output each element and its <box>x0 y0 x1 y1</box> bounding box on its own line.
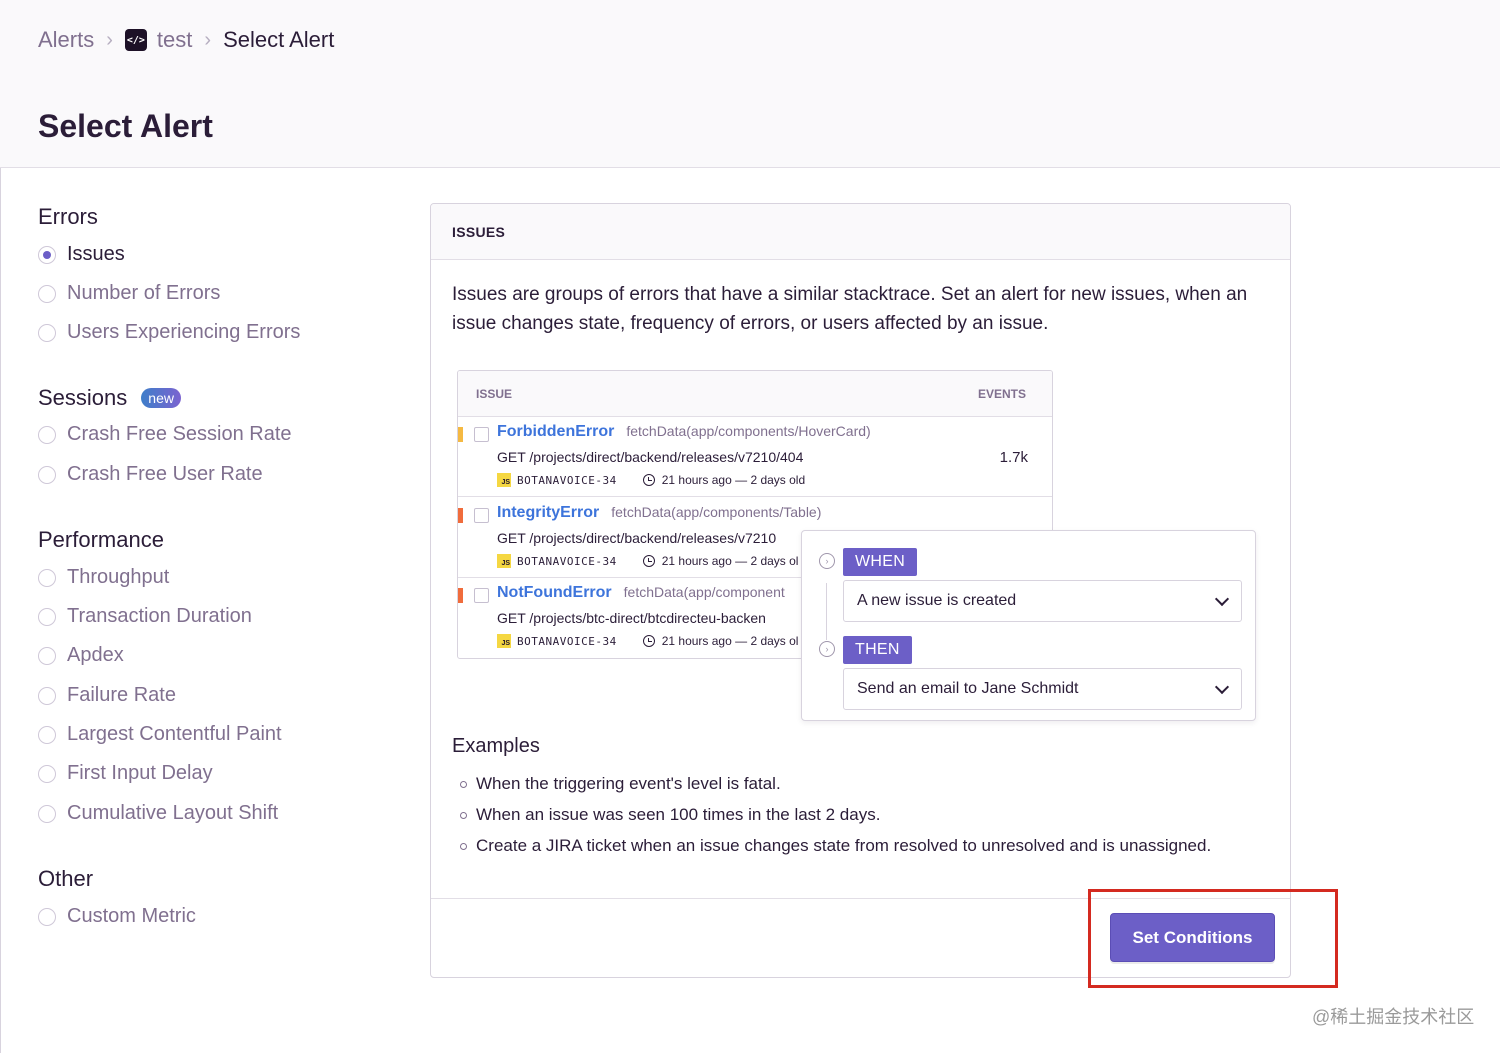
radio-icon[interactable] <box>38 686 56 705</box>
watermark: @稀土掘金技术社区 <box>1312 1007 1475 1027</box>
project-icon: </> <box>124 29 147 51</box>
javascript-icon: JS <box>497 473 511 487</box>
radio-icon[interactable] <box>38 907 56 926</box>
column-header-issue: ISSUE <box>476 386 513 401</box>
radio-throughput[interactable]: Throughput <box>38 566 169 589</box>
issue-message: GET /projects/direct/backend/releases/v7… <box>497 449 804 465</box>
radio-first-input-delay[interactable]: First Input Delay <box>38 762 213 785</box>
issue-time: 21 hours ago — 2 days old <box>661 473 806 487</box>
bullet-icon <box>460 780 467 788</box>
radio-transaction-duration[interactable]: Transaction Duration <box>38 605 252 628</box>
issue-time: 21 hours ago — 2 days ol <box>661 634 799 648</box>
when-then-illustration: › WHEN A new issue is created › THEN Sen… <box>801 530 1256 721</box>
issue-message: GET /projects/btc-direct/btcdirecteu-bac… <box>497 610 766 626</box>
then-select: Send an email to Jane Schmidt <box>843 668 1242 710</box>
radio-icon[interactable] <box>38 804 56 823</box>
column-header-events: EVENTS <box>977 386 1026 401</box>
example-item: When an issue was seen 100 times in the … <box>460 805 880 825</box>
radio-icon[interactable] <box>38 284 56 303</box>
clock-icon <box>642 474 655 486</box>
chevron-down-icon <box>1214 591 1230 606</box>
javascript-icon: JS <box>497 634 511 648</box>
group-title-other: Other <box>38 866 94 891</box>
breadcrumb-project-label: test <box>156 27 193 52</box>
group-title-errors: Errors <box>38 204 98 229</box>
panel-description: Issues are groups of errors that have a … <box>452 284 1248 334</box>
issue-checkbox <box>474 508 489 523</box>
chevron-right-icon: › <box>204 28 212 51</box>
radio-cumulative-layout-shift[interactable]: Cumulative Layout Shift <box>38 802 278 825</box>
issue-checkbox <box>474 588 489 603</box>
issue-culprit: fetchData(app/component <box>623 584 785 600</box>
radio-failure-rate[interactable]: Failure Rate <box>38 684 176 707</box>
radio-crash-free-user-rate[interactable]: Crash Free User Rate <box>38 463 263 486</box>
radio-issues[interactable]: Issues <box>38 243 125 266</box>
chevron-down-icon <box>1214 679 1230 694</box>
radio-largest-contentful-paint[interactable]: Largest Contentful Paint <box>38 723 282 746</box>
then-tag: THEN <box>843 636 912 664</box>
radio-custom-metric[interactable]: Custom Metric <box>38 905 196 928</box>
issue-checkbox <box>474 427 489 442</box>
radio-icon[interactable] <box>38 568 56 587</box>
chevron-right-circle-icon: › <box>819 553 835 569</box>
example-item: When the triggering event's level is fat… <box>460 774 781 794</box>
radio-icon[interactable] <box>38 646 56 665</box>
breadcrumb-alerts[interactable]: Alerts <box>38 27 94 53</box>
issue-short-id: BOTANAVOICE-34 <box>517 473 617 487</box>
new-badge: new <box>141 388 181 408</box>
issue-message: GET /projects/direct/backend/releases/v7… <box>497 530 777 546</box>
radio-icon[interactable] <box>38 425 56 444</box>
chevron-right-icon: › <box>106 28 113 51</box>
issue-short-id: BOTANAVOICE-34 <box>517 554 617 568</box>
connector-line <box>826 583 827 640</box>
issue-title: ForbiddenError <box>497 423 615 440</box>
page-title: Select Alert <box>38 108 213 144</box>
issue-time: 21 hours ago — 2 days ol <box>661 554 799 568</box>
when-select-value: A new issue is created <box>857 592 1017 609</box>
then-select-value: Send an email to Jane Schmidt <box>857 680 1079 697</box>
issue-culprit: fetchData(app/components/Table) <box>611 504 822 520</box>
radio-crash-free-session-rate[interactable]: Crash Free Session Rate <box>38 423 292 446</box>
issue-title: NotFoundError <box>497 584 612 601</box>
clock-icon <box>642 555 655 567</box>
issue-culprit: fetchData(app/components/HoverCard) <box>626 423 871 439</box>
issue-list-header: ISSUE EVENTS <box>458 371 1052 417</box>
panel-header: ISSUES <box>431 204 1290 260</box>
level-indicator <box>458 588 463 603</box>
javascript-icon: JS <box>497 554 511 568</box>
issue-events: 1.7k <box>999 449 1028 466</box>
group-title-sessions: Sessions new <box>38 385 181 411</box>
radio-icon[interactable] <box>38 465 56 484</box>
alert-type-panel: ISSUES Issues are groups of errors that … <box>430 203 1291 978</box>
example-item: Create a JIRA ticket when an issue chang… <box>460 836 1211 856</box>
radio-icon[interactable] <box>38 607 56 626</box>
bullet-icon <box>460 842 467 850</box>
when-tag: WHEN <box>843 548 918 576</box>
panel-footer-divider <box>431 898 1290 899</box>
bullet-icon <box>460 811 467 819</box>
radio-users-experiencing-errors[interactable]: Users Experiencing Errors <box>38 321 300 344</box>
radio-selected-icon[interactable] <box>38 245 56 264</box>
radio-apdex[interactable]: Apdex <box>38 644 124 667</box>
group-title-performance: Performance <box>38 527 164 552</box>
breadcrumb-current: Select Alert <box>223 27 335 52</box>
when-select: A new issue is created <box>843 580 1242 622</box>
level-indicator <box>458 508 463 523</box>
level-indicator <box>458 427 463 442</box>
radio-icon[interactable] <box>38 323 56 342</box>
page-header: Alerts › </> test › Select Alert Select … <box>0 0 1500 168</box>
radio-icon[interactable] <box>38 764 56 783</box>
breadcrumb: Alerts › </> test › Select Alert <box>38 27 334 53</box>
set-conditions-button[interactable]: Set Conditions <box>1110 913 1275 962</box>
clock-icon <box>642 635 655 647</box>
issue-short-id: BOTANAVOICE-34 <box>517 634 617 648</box>
issue-title: IntegrityError <box>497 504 600 521</box>
radio-icon[interactable] <box>38 725 56 744</box>
breadcrumb-project[interactable]: </> test <box>124 27 193 53</box>
examples-title: Examples <box>452 735 540 757</box>
issue-row: ForbiddenError fetchData(app/components/… <box>458 417 1052 497</box>
chevron-right-circle-icon: › <box>819 641 835 657</box>
radio-number-of-errors[interactable]: Number of Errors <box>38 282 220 305</box>
